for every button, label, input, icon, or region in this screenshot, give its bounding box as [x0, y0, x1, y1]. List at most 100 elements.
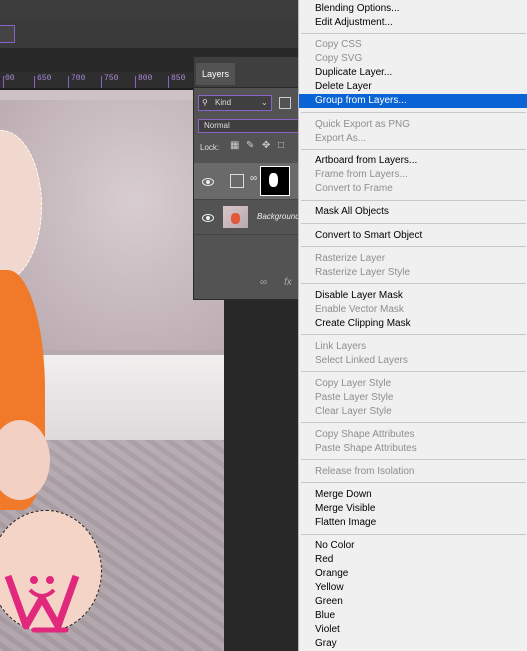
link-layers-icon[interactable]: ∞ [260, 277, 267, 288]
lock-position-icon[interactable]: ✥ [262, 141, 272, 151]
tab-layers[interactable]: Layers [196, 63, 236, 85]
menu-item-convert-to-smart-object[interactable]: Convert to Smart Object [299, 229, 527, 243]
menu-item-group-from-layers[interactable]: Group from Layers... [299, 94, 527, 108]
ruler-tick: 00 [5, 74, 15, 83]
link-chain-icon[interactable]: ∞ [250, 173, 257, 184]
lock-transparent-icon[interactable]: ▦ [230, 141, 240, 151]
menu-item-label: Copy Shape Attributes [315, 429, 415, 440]
menu-item-label: Disable Layer Mask [315, 290, 403, 301]
menu-separator [301, 223, 526, 224]
menu-item-color-gray[interactable]: Gray [299, 637, 527, 651]
chevron-down-icon: ⌄ [261, 98, 268, 107]
layer-filter-kind[interactable]: ⚲ Kind ⌄ [198, 95, 272, 111]
menu-item-merge-visible[interactable]: Merge Visible [299, 502, 527, 516]
menu-item-frame-from-layers[interactable]: Frame from Layers... [299, 168, 527, 182]
menu-item-label: Frame from Layers... [315, 169, 408, 180]
menu-item-edit-adjustment[interactable]: Edit Adjustment... [299, 16, 527, 30]
blend-mode-select[interactable]: Normal [198, 119, 301, 133]
menu-item-color-orange[interactable]: Orange [299, 567, 527, 581]
menu-item-clear-layer-style[interactable]: Clear Layer Style [299, 405, 527, 419]
menu-separator [301, 33, 526, 34]
menu-item-label: Rasterize Layer Style [315, 267, 411, 278]
menu-item-delete-layer[interactable]: Delete Layer [299, 80, 527, 94]
horizontal-ruler: 00 650 700 750 800 850 [0, 72, 196, 89]
menu-item-label: Paste Shape Attributes [315, 443, 417, 454]
menu-item-label: Copy SVG [315, 53, 363, 64]
menu-item-copy-css[interactable]: Copy CSS [299, 38, 527, 52]
adjustment-layer-icon [230, 174, 244, 188]
menu-item-paste-shape-attributes[interactable]: Paste Shape Attributes [299, 442, 527, 456]
menu-item-copy-layer-style[interactable]: Copy Layer Style [299, 377, 527, 391]
menu-item-label: Rasterize Layer [315, 253, 386, 264]
document-image[interactable] [0, 90, 224, 651]
workspace-background [224, 300, 300, 651]
menu-item-copy-shape-attributes[interactable]: Copy Shape Attributes [299, 428, 527, 442]
menu-item-label: Quick Export as PNG [315, 119, 411, 130]
menu-item-label: Copy CSS [315, 39, 362, 50]
menu-item-label: Group from Layers... [315, 95, 407, 106]
menu-item-enable-vector-mask[interactable]: Enable Vector Mask [299, 303, 527, 317]
menu-item-duplicate-layer[interactable]: Duplicate Layer... [299, 66, 527, 80]
filter-kind-label: Kind [215, 98, 232, 107]
brand-logo [4, 574, 80, 633]
menu-item-label: Flatten Image [315, 517, 377, 528]
menu-item-rasterize-layer[interactable]: Rasterize Layer [299, 252, 527, 266]
menu-item-label: Merge Down [315, 489, 372, 500]
menu-item-color-red[interactable]: Red [299, 553, 527, 567]
menu-item-label: Mask All Objects [315, 206, 389, 217]
menu-item-blending-options[interactable]: Blending Options... [299, 2, 527, 16]
ruler-tick: 700 [71, 74, 86, 83]
menu-item-artboard-from-layers[interactable]: Artboard from Layers... [299, 154, 527, 168]
lock-brush-icon[interactable]: ✎ [246, 141, 256, 151]
layer-row-background[interactable]: Background [194, 199, 301, 235]
menu-item-color-blue[interactable]: Blue [299, 609, 527, 623]
menu-item-label: Convert to Smart Object [315, 230, 423, 241]
fx-icon[interactable]: fx [284, 277, 292, 288]
menu-separator [301, 200, 526, 201]
lock-artboard-icon[interactable]: □ [278, 141, 288, 151]
menu-item-quick-export-png[interactable]: Quick Export as PNG [299, 118, 527, 132]
menu-item-label: Red [315, 554, 334, 565]
menu-item-link-layers[interactable]: Link Layers [299, 340, 527, 354]
menu-item-label: Blending Options... [315, 3, 400, 14]
menu-item-export-as[interactable]: Export As... [299, 132, 527, 146]
menu-separator [301, 459, 526, 460]
menu-item-convert-to-frame[interactable]: Convert to Frame [299, 182, 527, 196]
layers-panel: Layers ⚲ Kind ⌄ Normal Lock: ▦ ✎ ✥ □ ∞ B… [193, 56, 302, 300]
menu-item-label: Duplicate Layer... [315, 67, 393, 78]
menu-item-paste-layer-style[interactable]: Paste Layer Style [299, 391, 527, 405]
menu-item-label: Release from Isolation [315, 466, 415, 477]
menu-item-label: Copy Layer Style [315, 378, 392, 389]
background-layer-thumbnail [223, 206, 248, 228]
pixel-layer-filter-icon[interactable] [279, 97, 291, 109]
menu-separator [301, 112, 526, 113]
visibility-eye-icon[interactable] [202, 178, 214, 186]
layer-row-adjustment[interactable]: ∞ [194, 163, 301, 199]
menu-item-label: Create Clipping Mask [315, 318, 411, 329]
layers-panel-footer: ∞ fx [194, 269, 301, 299]
menu-item-label: Link Layers [315, 341, 367, 352]
menu-item-disable-layer-mask[interactable]: Disable Layer Mask [299, 289, 527, 303]
app-menu-bar [0, 0, 300, 20]
menu-item-color-violet[interactable]: Violet [299, 623, 527, 637]
menu-separator [301, 149, 526, 150]
ruler-tick: 800 [138, 74, 153, 83]
menu-item-label: No Color [315, 540, 355, 551]
menu-item-flatten-image[interactable]: Flatten Image [299, 516, 527, 530]
options-dropdown[interactable] [0, 25, 15, 43]
menu-item-merge-down[interactable]: Merge Down [299, 488, 527, 502]
menu-item-color-none[interactable]: No Color [299, 539, 527, 553]
menu-item-color-green[interactable]: Green [299, 595, 527, 609]
menu-item-create-clipping-mask[interactable]: Create Clipping Mask [299, 317, 527, 331]
menu-item-color-yellow[interactable]: Yellow [299, 581, 527, 595]
menu-item-copy-svg[interactable]: Copy SVG [299, 52, 527, 66]
menu-item-mask-all-objects[interactable]: Mask All Objects [299, 205, 527, 219]
menu-item-rasterize-layer-style[interactable]: Rasterize Layer Style [299, 266, 527, 280]
layer-mask-thumbnail[interactable] [260, 166, 290, 196]
visibility-eye-icon[interactable] [202, 214, 214, 222]
menu-item-select-linked-layers[interactable]: Select Linked Layers [299, 354, 527, 368]
ruler-tick: 750 [104, 74, 119, 83]
menu-item-label: Gray [315, 638, 337, 649]
layer-context-menu: Blending Options... Edit Adjustment... C… [298, 0, 527, 651]
menu-item-release-from-isolation[interactable]: Release from Isolation [299, 465, 527, 479]
